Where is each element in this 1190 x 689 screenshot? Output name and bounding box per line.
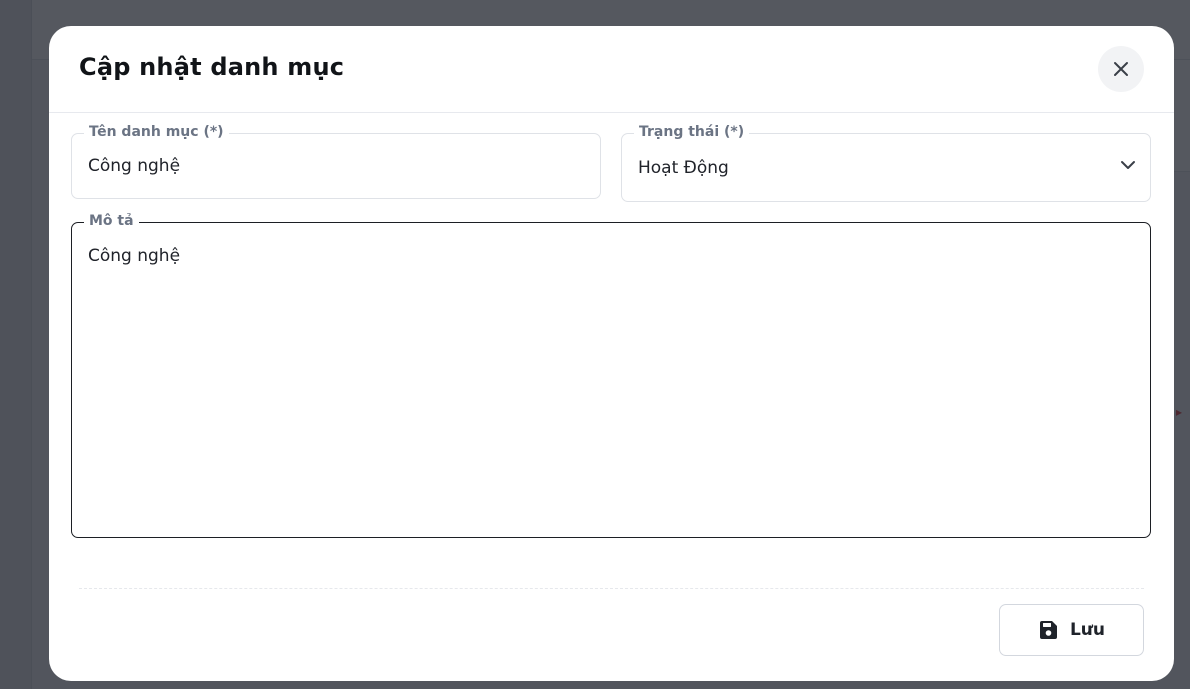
footer-divider — [79, 588, 1144, 589]
status-selected-value: Hoạt Động — [638, 158, 729, 178]
floppy-disk-icon — [1039, 621, 1057, 639]
description-value[interactable]: Công nghệ — [88, 246, 180, 266]
category-name-label: Tên danh mục (*) — [84, 124, 229, 140]
status-select[interactable]: Trạng thái (*) Hoạt Động — [621, 124, 1151, 202]
category-name-value[interactable]: Công nghệ — [88, 156, 180, 176]
save-button[interactable]: Lưu — [999, 604, 1144, 656]
chevron-down-icon[interactable] — [1120, 160, 1136, 170]
modal-header: Cập nhật danh mục — [49, 26, 1174, 113]
close-icon — [1114, 62, 1128, 76]
edit-category-modal: Cập nhật danh mục Tên danh mục (*) Công … — [49, 26, 1174, 681]
description-textarea[interactable]: Mô tả Công nghệ — [71, 213, 1151, 538]
category-name-field[interactable]: Tên danh mục (*) Công nghệ — [71, 124, 601, 199]
save-label: Lưu — [1069, 620, 1106, 640]
description-label: Mô tả — [84, 213, 139, 229]
modal-title: Cập nhật danh mục — [79, 53, 345, 81]
status-label: Trạng thái (*) — [634, 124, 750, 140]
close-button[interactable] — [1098, 46, 1144, 92]
